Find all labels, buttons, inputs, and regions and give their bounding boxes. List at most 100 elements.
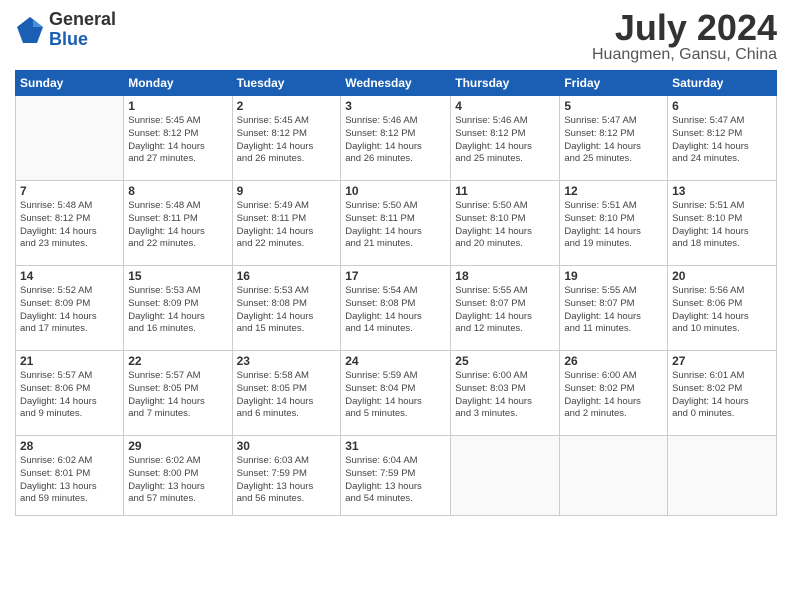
day-number: 26 bbox=[564, 354, 663, 368]
day-cell: 8 Sunrise: 5:48 AM Sunset: 8:11 PM Daylig… bbox=[124, 181, 232, 266]
header: General Blue July 2024 Huangmen, Gansu, … bbox=[15, 10, 777, 64]
day-number: 13 bbox=[672, 184, 772, 198]
day-info: Sunrise: 5:48 AM Sunset: 8:11 PM Dayligh… bbox=[128, 200, 227, 251]
day-cell: 24 Sunrise: 5:59 AM Sunset: 8:04 PM Dayli… bbox=[341, 351, 451, 436]
week-row-1: 1 Sunrise: 5:45 AM Sunset: 8:12 PM Daylig… bbox=[16, 96, 777, 181]
day-number: 23 bbox=[237, 354, 337, 368]
day-info: Sunrise: 5:58 AM Sunset: 8:05 PM Dayligh… bbox=[237, 370, 337, 421]
day-cell: 25 Sunrise: 6:00 AM Sunset: 8:03 PM Dayli… bbox=[451, 351, 560, 436]
day-cell: 3 Sunrise: 5:46 AM Sunset: 8:12 PM Daylig… bbox=[341, 96, 451, 181]
day-info: Sunrise: 6:00 AM Sunset: 8:02 PM Dayligh… bbox=[564, 370, 663, 421]
day-cell bbox=[560, 436, 668, 516]
day-info: Sunrise: 5:50 AM Sunset: 8:10 PM Dayligh… bbox=[455, 200, 555, 251]
day-cell: 1 Sunrise: 5:45 AM Sunset: 8:12 PM Daylig… bbox=[124, 96, 232, 181]
day-info: Sunrise: 5:55 AM Sunset: 8:07 PM Dayligh… bbox=[455, 285, 555, 336]
day-cell: 16Sunrise: 5:53 AM Sunset: 8:08 PM Dayli… bbox=[232, 266, 341, 351]
day-cell: 2 Sunrise: 5:45 AM Sunset: 8:12 PM Daylig… bbox=[232, 96, 341, 181]
day-number: 21 bbox=[20, 354, 119, 368]
day-info: Sunrise: 5:46 AM Sunset: 8:12 PM Dayligh… bbox=[345, 115, 446, 166]
day-cell bbox=[668, 436, 777, 516]
day-cell: 22Sunrise: 5:57 AM Sunset: 8:05 PM Dayli… bbox=[124, 351, 232, 436]
weekday-header-row: SundayMondayTuesdayWednesdayThursdayFrid… bbox=[16, 71, 777, 96]
day-info: Sunrise: 6:04 AM Sunset: 7:59 PM Dayligh… bbox=[345, 455, 446, 506]
day-number: 3 bbox=[345, 99, 446, 113]
day-cell: 7Sunrise: 5:48 AM Sunset: 8:12 PM Daylig… bbox=[16, 181, 124, 266]
day-info: Sunrise: 5:45 AM Sunset: 8:12 PM Dayligh… bbox=[128, 115, 227, 166]
page: General Blue July 2024 Huangmen, Gansu, … bbox=[0, 0, 792, 612]
day-info: Sunrise: 5:57 AM Sunset: 8:05 PM Dayligh… bbox=[128, 370, 227, 421]
day-cell: 23 Sunrise: 5:58 AM Sunset: 8:05 PM Dayli… bbox=[232, 351, 341, 436]
day-info: Sunrise: 5:49 AM Sunset: 8:11 PM Dayligh… bbox=[237, 200, 337, 251]
day-number: 19 bbox=[564, 269, 663, 283]
day-number: 6 bbox=[672, 99, 772, 113]
day-info: Sunrise: 5:54 AM Sunset: 8:08 PM Dayligh… bbox=[345, 285, 446, 336]
day-number: 14 bbox=[20, 269, 119, 283]
weekday-header-saturday: Saturday bbox=[668, 71, 777, 96]
location: Huangmen, Gansu, China bbox=[592, 46, 777, 64]
day-cell: 4 Sunrise: 5:46 AM Sunset: 8:12 PM Daylig… bbox=[451, 96, 560, 181]
month-title: July 2024 bbox=[592, 10, 777, 46]
week-row-4: 21Sunrise: 5:57 AM Sunset: 8:06 PM Dayli… bbox=[16, 351, 777, 436]
day-number: 17 bbox=[345, 269, 446, 283]
day-number: 8 bbox=[128, 184, 227, 198]
title-section: July 2024 Huangmen, Gansu, China bbox=[592, 10, 777, 64]
day-cell: 29 Sunrise: 6:02 AM Sunset: 8:00 PM Dayli… bbox=[124, 436, 232, 516]
day-info: Sunrise: 5:48 AM Sunset: 8:12 PM Dayligh… bbox=[20, 200, 119, 251]
day-info: Sunrise: 5:46 AM Sunset: 8:12 PM Dayligh… bbox=[455, 115, 555, 166]
day-info: Sunrise: 6:02 AM Sunset: 8:00 PM Dayligh… bbox=[128, 455, 227, 506]
weekday-header-friday: Friday bbox=[560, 71, 668, 96]
day-cell: 11 Sunrise: 5:50 AM Sunset: 8:10 PM Dayli… bbox=[451, 181, 560, 266]
day-cell bbox=[451, 436, 560, 516]
day-number: 1 bbox=[128, 99, 227, 113]
day-info: Sunrise: 5:47 AM Sunset: 8:12 PM Dayligh… bbox=[564, 115, 663, 166]
day-number: 12 bbox=[564, 184, 663, 198]
weekday-header-monday: Monday bbox=[124, 71, 232, 96]
day-info: Sunrise: 6:03 AM Sunset: 7:59 PM Dayligh… bbox=[237, 455, 337, 506]
day-info: Sunrise: 5:56 AM Sunset: 8:06 PM Dayligh… bbox=[672, 285, 772, 336]
day-cell: 15Sunrise: 5:53 AM Sunset: 8:09 PM Dayli… bbox=[124, 266, 232, 351]
day-number: 4 bbox=[455, 99, 555, 113]
day-cell: 26 Sunrise: 6:00 AM Sunset: 8:02 PM Dayli… bbox=[560, 351, 668, 436]
day-cell: 31 Sunrise: 6:04 AM Sunset: 7:59 PM Dayli… bbox=[341, 436, 451, 516]
day-info: Sunrise: 6:02 AM Sunset: 8:01 PM Dayligh… bbox=[20, 455, 119, 506]
day-cell: 30Sunrise: 6:03 AM Sunset: 7:59 PM Dayli… bbox=[232, 436, 341, 516]
day-info: Sunrise: 5:51 AM Sunset: 8:10 PM Dayligh… bbox=[564, 200, 663, 251]
logo: General Blue bbox=[15, 10, 116, 50]
logo-blue-text: Blue bbox=[49, 30, 116, 50]
week-row-5: 28 Sunrise: 6:02 AM Sunset: 8:01 PM Dayli… bbox=[16, 436, 777, 516]
day-cell: 9Sunrise: 5:49 AM Sunset: 8:11 PM Daylig… bbox=[232, 181, 341, 266]
day-number: 29 bbox=[128, 439, 227, 453]
day-number: 24 bbox=[345, 354, 446, 368]
day-info: Sunrise: 6:01 AM Sunset: 8:02 PM Dayligh… bbox=[672, 370, 772, 421]
day-cell: 5 Sunrise: 5:47 AM Sunset: 8:12 PM Daylig… bbox=[560, 96, 668, 181]
day-cell: 13 Sunrise: 5:51 AM Sunset: 8:10 PM Dayli… bbox=[668, 181, 777, 266]
day-info: Sunrise: 5:55 AM Sunset: 8:07 PM Dayligh… bbox=[564, 285, 663, 336]
day-cell: 10Sunrise: 5:50 AM Sunset: 8:11 PM Dayli… bbox=[341, 181, 451, 266]
day-cell: 28 Sunrise: 6:02 AM Sunset: 8:01 PM Dayli… bbox=[16, 436, 124, 516]
day-number: 16 bbox=[237, 269, 337, 283]
day-info: Sunrise: 6:00 AM Sunset: 8:03 PM Dayligh… bbox=[455, 370, 555, 421]
day-info: Sunrise: 5:59 AM Sunset: 8:04 PM Dayligh… bbox=[345, 370, 446, 421]
day-info: Sunrise: 5:52 AM Sunset: 8:09 PM Dayligh… bbox=[20, 285, 119, 336]
week-row-3: 14 Sunrise: 5:52 AM Sunset: 8:09 PM Dayli… bbox=[16, 266, 777, 351]
day-number: 2 bbox=[237, 99, 337, 113]
day-cell: 18 Sunrise: 5:55 AM Sunset: 8:07 PM Dayli… bbox=[451, 266, 560, 351]
day-number: 20 bbox=[672, 269, 772, 283]
day-number: 28 bbox=[20, 439, 119, 453]
weekday-header-wednesday: Wednesday bbox=[341, 71, 451, 96]
day-info: Sunrise: 5:45 AM Sunset: 8:12 PM Dayligh… bbox=[237, 115, 337, 166]
day-number: 31 bbox=[345, 439, 446, 453]
day-number: 25 bbox=[455, 354, 555, 368]
week-row-2: 7Sunrise: 5:48 AM Sunset: 8:12 PM Daylig… bbox=[16, 181, 777, 266]
day-info: Sunrise: 5:51 AM Sunset: 8:10 PM Dayligh… bbox=[672, 200, 772, 251]
day-number: 18 bbox=[455, 269, 555, 283]
day-number: 5 bbox=[564, 99, 663, 113]
day-info: Sunrise: 5:50 AM Sunset: 8:11 PM Dayligh… bbox=[345, 200, 446, 251]
logo-general-text: General bbox=[49, 10, 116, 30]
day-cell: 19 Sunrise: 5:55 AM Sunset: 8:07 PM Dayli… bbox=[560, 266, 668, 351]
weekday-header-tuesday: Tuesday bbox=[232, 71, 341, 96]
day-cell: 17 Sunrise: 5:54 AM Sunset: 8:08 PM Dayli… bbox=[341, 266, 451, 351]
day-info: Sunrise: 5:47 AM Sunset: 8:12 PM Dayligh… bbox=[672, 115, 772, 166]
weekday-header-thursday: Thursday bbox=[451, 71, 560, 96]
day-number: 11 bbox=[455, 184, 555, 198]
